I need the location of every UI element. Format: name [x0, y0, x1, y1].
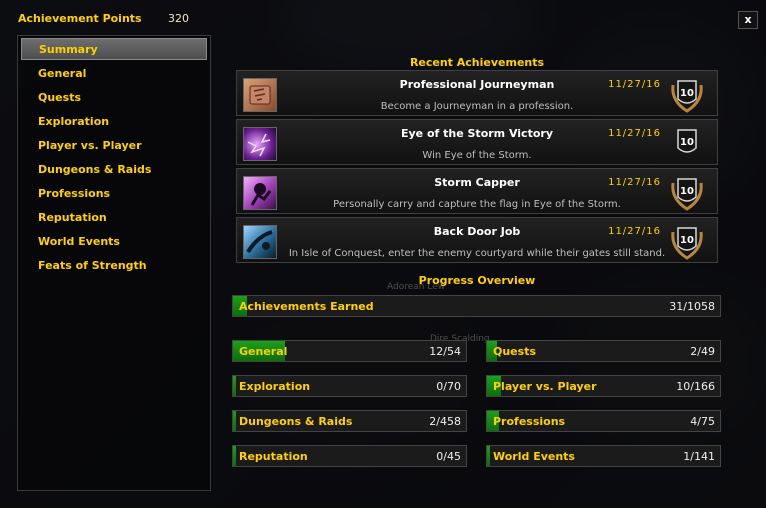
sidebar-item-quests[interactable]: Quests	[21, 87, 207, 109]
recent-achievements-title: Recent Achievements	[409, 56, 545, 69]
points-value: 10	[680, 137, 694, 148]
progress-value: 2/458	[429, 415, 461, 428]
achievement-row[interactable]: Professional Journeyman Become a Journey…	[236, 70, 718, 116]
progress-bar-general[interactable]: General 12/54	[232, 340, 467, 362]
sidebar-item-general[interactable]: General	[21, 63, 207, 85]
points-value: 10	[680, 88, 694, 99]
sidebar-item-professions[interactable]: Professions	[21, 183, 207, 205]
achievement-date: 11/27/16	[608, 79, 661, 90]
progress-bar-pvp[interactable]: Player vs. Player 10/166	[486, 375, 721, 397]
sidebar-item-world-events[interactable]: World Events	[21, 231, 207, 253]
storm-eye-icon	[243, 127, 277, 161]
points-shield-icon: 10	[667, 75, 707, 115]
header-bar: Achievement Points 320 x	[0, 0, 766, 34]
progress-value: 31/1058	[669, 300, 715, 313]
close-button[interactable]: x	[738, 11, 758, 29]
achievement-description: In Isle of Conquest, enter the enemy cou…	[288, 248, 666, 259]
achievement-points-value: 320	[168, 12, 189, 25]
progress-label: Dungeons & Raids	[239, 415, 353, 428]
progress-label: Player vs. Player	[493, 380, 597, 393]
sidebar-item-reputation[interactable]: Reputation	[21, 207, 207, 229]
progress-fill	[233, 376, 236, 396]
progress-label: World Events	[493, 450, 575, 463]
achievement-date: 11/27/16	[608, 177, 661, 188]
achievement-date: 11/27/16	[608, 128, 661, 139]
achievement-row[interactable]: Storm Capper Personally carry and captur…	[236, 168, 718, 214]
sidebar-item-summary[interactable]: Summary	[21, 38, 207, 60]
progress-bar-dungeons-raids[interactable]: Dungeons & Raids 2/458	[232, 410, 467, 432]
achievement-name: Back Door Job	[433, 225, 521, 238]
progress-bar-world-events[interactable]: World Events 1/141	[486, 445, 721, 467]
progress-label: Achievements Earned	[239, 300, 374, 313]
achievement-description: Become a Journeyman in a profession.	[380, 101, 574, 112]
background-nameplate: Adorean Lew	[387, 282, 446, 292]
progress-value: 10/166	[676, 380, 715, 393]
points-shield-icon: 10	[667, 124, 707, 164]
progress-value: 12/54	[429, 345, 461, 358]
points-shield-icon: 10	[667, 222, 707, 262]
sidebar-item-dungeons-raids[interactable]: Dungeons & Raids	[21, 159, 207, 181]
progress-value: 4/75	[690, 415, 715, 428]
progress-label: General	[239, 345, 288, 358]
progress-bar-reputation[interactable]: Reputation 0/45	[232, 445, 467, 467]
progress-label: Professions	[493, 415, 566, 428]
progress-fill	[487, 446, 490, 466]
points-value: 10	[680, 186, 694, 197]
sidebar-item-feats-of-strength[interactable]: Feats of Strength	[21, 255, 207, 277]
progress-value: 0/70	[436, 380, 461, 393]
sidebar-item-pvp[interactable]: Player vs. Player	[21, 135, 207, 157]
progress-bar-total[interactable]: Achievements Earned 31/1058	[232, 295, 721, 317]
achievement-row[interactable]: Back Door Job In Isle of Conquest, enter…	[236, 217, 718, 263]
progress-label: Reputation	[239, 450, 308, 463]
scroll-icon	[243, 78, 277, 112]
progress-bar-quests[interactable]: Quests 2/49	[486, 340, 721, 362]
achievement-frame: Achievement Points 320 x Summary General…	[0, 0, 766, 508]
achievement-name: Storm Capper	[434, 176, 520, 189]
achievement-points-label: Achievement Points	[18, 12, 142, 25]
progress-label: Exploration	[239, 380, 311, 393]
achievement-name: Professional Journeyman	[399, 78, 555, 91]
achievement-description: Personally carry and capture the flag in…	[333, 199, 621, 210]
category-sidebar: Summary General Quests Exploration Playe…	[17, 35, 211, 491]
progress-value: 2/49	[690, 345, 715, 358]
courtyard-icon	[243, 225, 277, 259]
progress-fill	[233, 411, 236, 431]
progress-bar-exploration[interactable]: Exploration 0/70	[232, 375, 467, 397]
sidebar-item-exploration[interactable]: Exploration	[21, 111, 207, 133]
progress-value: 0/45	[436, 450, 461, 463]
progress-overview-title: Progress Overview	[418, 274, 536, 287]
progress-label: Quests	[493, 345, 536, 358]
achievement-name: Eye of the Storm Victory	[400, 127, 553, 140]
progress-bar-professions[interactable]: Professions 4/75	[486, 410, 721, 432]
flag-runner-icon	[243, 176, 277, 210]
achievement-row[interactable]: Eye of the Storm Victory Win Eye of the …	[236, 119, 718, 165]
points-value: 10	[680, 235, 694, 246]
achievement-date: 11/27/16	[608, 226, 661, 237]
achievement-description: Win Eye of the Storm.	[422, 150, 532, 161]
progress-fill	[233, 446, 236, 466]
points-shield-icon: 10	[667, 173, 707, 213]
progress-value: 1/141	[683, 450, 715, 463]
